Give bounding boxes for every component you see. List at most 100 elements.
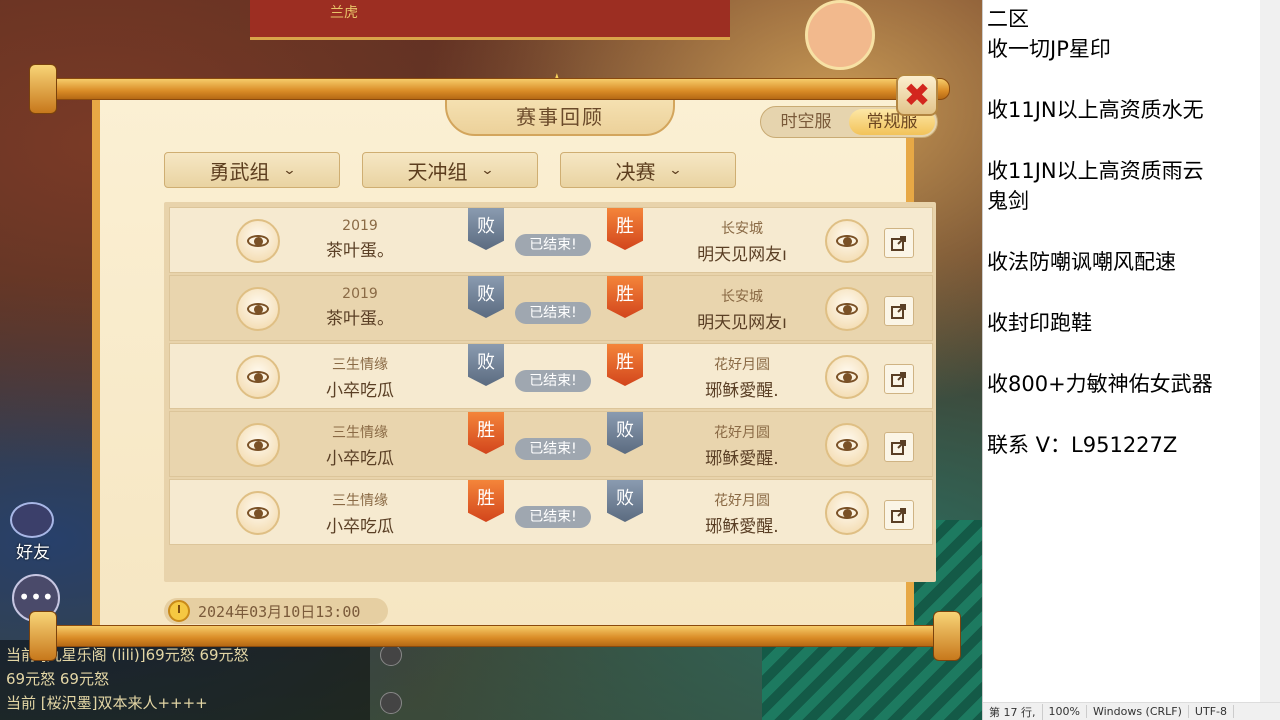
chat-line: 当前 [桜沢墨]双本来人++++ <box>6 694 208 712</box>
rod-cap-right <box>933 611 961 661</box>
share-icon <box>891 440 906 455</box>
notepad-line: 联系 V：L951227Z <box>987 432 1178 457</box>
share-button[interactable] <box>884 500 914 530</box>
match-row: 三生情缘 小卒吃瓜 败 已结束! 胜 花好月圆 琊稣愛醒. <box>169 343 933 409</box>
team-name: 小卒吃瓜 <box>326 517 394 537</box>
palace-banner <box>250 0 730 40</box>
eye-pupil <box>843 305 852 314</box>
view-team-button[interactable] <box>236 423 280 467</box>
dialog-title: 赛事回顾 <box>516 105 604 129</box>
right-team: 花好月圆 琊稣愛醒. <box>662 412 822 469</box>
share-button[interactable] <box>884 228 914 258</box>
view-team-button[interactable] <box>825 491 869 535</box>
server-opt-spacetime[interactable]: 时空服 <box>763 109 849 135</box>
cursor-position: 第 17 行, <box>983 703 1043 720</box>
team-name: 琊稣愛醒. <box>705 517 779 537</box>
team-group: 花好月圆 <box>714 493 770 509</box>
match-status: 已结束! <box>515 370 591 392</box>
eye-pupil <box>843 509 852 518</box>
palace-sign: 兰虎 <box>330 5 358 21</box>
team-group: 三生情缘 <box>332 357 388 373</box>
vertical-scrollbar[interactable] <box>1260 0 1280 702</box>
eye-pupil <box>254 509 263 518</box>
team-group: 长安城 <box>721 289 763 305</box>
match-row: 三生情缘 小卒吃瓜 胜 已结束! 败 花好月圆 琊稣愛醒. <box>169 479 933 545</box>
left-team: 三生情缘 小卒吃瓜 <box>280 412 440 469</box>
view-team-button[interactable] <box>825 287 869 331</box>
team-name: 琊稣愛醒. <box>705 381 779 401</box>
eye-pupil <box>843 441 852 450</box>
right-team: 长安城 明天见网友ı <box>662 276 822 333</box>
view-team-button[interactable] <box>236 355 280 399</box>
match-row: 2019 茶叶蛋。 败 已结束! 胜 长安城 明天见网友ı <box>169 207 933 273</box>
scroll-rod-bottom <box>29 611 961 661</box>
match-list: 2019 茶叶蛋。 败 已结束! 胜 长安城 明天见网友ı 2019 茶叶蛋。 … <box>164 202 936 582</box>
share-button[interactable] <box>884 364 914 394</box>
game-background: 兰虎 好友 ••• 当前 [九星乐阁 (lili)]69元怒 69元怒 69元怒… <box>0 0 982 720</box>
group-dropdown[interactable]: 天冲组 ⌄ <box>362 152 538 188</box>
close-icon: ✖ <box>903 76 931 114</box>
match-status: 已结束! <box>515 234 591 256</box>
match-review-dialog: ★ 赛事回顾 时空服 常规服 勇武组 ⌄ 天冲组 ⌄ 决赛 ⌄ <box>29 64 961 661</box>
win-badge: 胜 <box>607 276 643 318</box>
left-team: 2019 茶叶蛋。 <box>280 208 440 261</box>
loss-badge: 败 <box>468 276 504 318</box>
notepad-line <box>987 399 1257 429</box>
notepad-line <box>987 217 1257 247</box>
team-group: 三生情缘 <box>332 425 388 441</box>
filter-bar: 勇武组 ⌄ 天冲组 ⌄ 决赛 ⌄ <box>164 152 736 188</box>
eye-pupil <box>254 237 263 246</box>
stage-dropdown[interactable]: 决赛 ⌄ <box>560 152 736 188</box>
view-team-button[interactable] <box>825 219 869 263</box>
team-name: 琊稣愛醒. <box>705 449 779 469</box>
share-button[interactable] <box>884 432 914 462</box>
loss-badge: 败 <box>468 344 504 386</box>
notepad-line <box>987 278 1257 308</box>
view-team-button[interactable] <box>825 423 869 467</box>
match-row: 2019 茶叶蛋。 败 已结束! 胜 长安城 明天见网友ı <box>169 275 933 341</box>
notepad-text-area[interactable]: 二区 收一切JP星印 收11JN以上高资质水无 收11JN以上高资质雨云 鬼剑 收法防嘲讽… <box>987 4 1257 460</box>
notepad-line <box>987 126 1257 156</box>
dropdown-label: 勇武组 <box>209 159 270 184</box>
notepad-line <box>987 65 1257 95</box>
eye-pupil <box>843 237 852 246</box>
share-button[interactable] <box>884 296 914 326</box>
right-team: 花好月圆 琊稣愛醒. <box>662 344 822 401</box>
team-name: 茶叶蛋。 <box>326 309 394 329</box>
timestamp-text: 2024年03月10日13:00 <box>198 602 361 621</box>
view-team-button[interactable] <box>825 355 869 399</box>
clock-icon <box>168 600 190 622</box>
left-team: 三生情缘 小卒吃瓜 <box>280 480 440 537</box>
right-team: 花好月圆 琊稣愛醒. <box>662 480 822 537</box>
view-team-button[interactable] <box>236 219 280 263</box>
view-team-button[interactable] <box>236 287 280 331</box>
team-group: 2019 <box>342 218 378 234</box>
chevron-down-icon: ⌄ <box>667 162 683 178</box>
share-icon <box>891 304 906 319</box>
win-badge: 胜 <box>607 208 643 250</box>
scroll-rod-top <box>29 64 950 114</box>
share-icon <box>891 236 906 251</box>
camera-icon[interactable] <box>380 692 402 714</box>
chevron-down-icon: ⌄ <box>281 162 297 178</box>
notepad-line: 收800+力敏神佑女武器 <box>987 371 1213 396</box>
view-team-button[interactable] <box>236 491 280 535</box>
share-icon <box>891 372 906 387</box>
group-dropdown[interactable]: 勇武组 ⌄ <box>164 152 340 188</box>
team-group: 三生情缘 <box>332 493 388 509</box>
zoom-level: 100% <box>1043 705 1087 718</box>
notepad-line: 收11JN以上高资质水无 <box>987 98 1204 123</box>
loss-badge: 败 <box>607 480 643 522</box>
team-name: 茶叶蛋。 <box>326 241 394 261</box>
notepad-line: 收一切JP星印 <box>987 37 1111 62</box>
left-team: 三生情缘 小卒吃瓜 <box>280 344 440 401</box>
loss-badge: 败 <box>607 412 643 454</box>
notepad-line: 鬼剑 <box>987 189 1029 214</box>
share-icon <box>891 508 906 523</box>
close-button[interactable]: ✖ <box>896 74 938 116</box>
rod-cap-left <box>29 611 57 661</box>
match-time: 2024年03月10日13:00 <box>164 598 388 624</box>
win-badge: 胜 <box>607 344 643 386</box>
team-group: 花好月圆 <box>714 425 770 441</box>
notepad-line: 收11JN以上高资质雨云 <box>987 159 1204 183</box>
